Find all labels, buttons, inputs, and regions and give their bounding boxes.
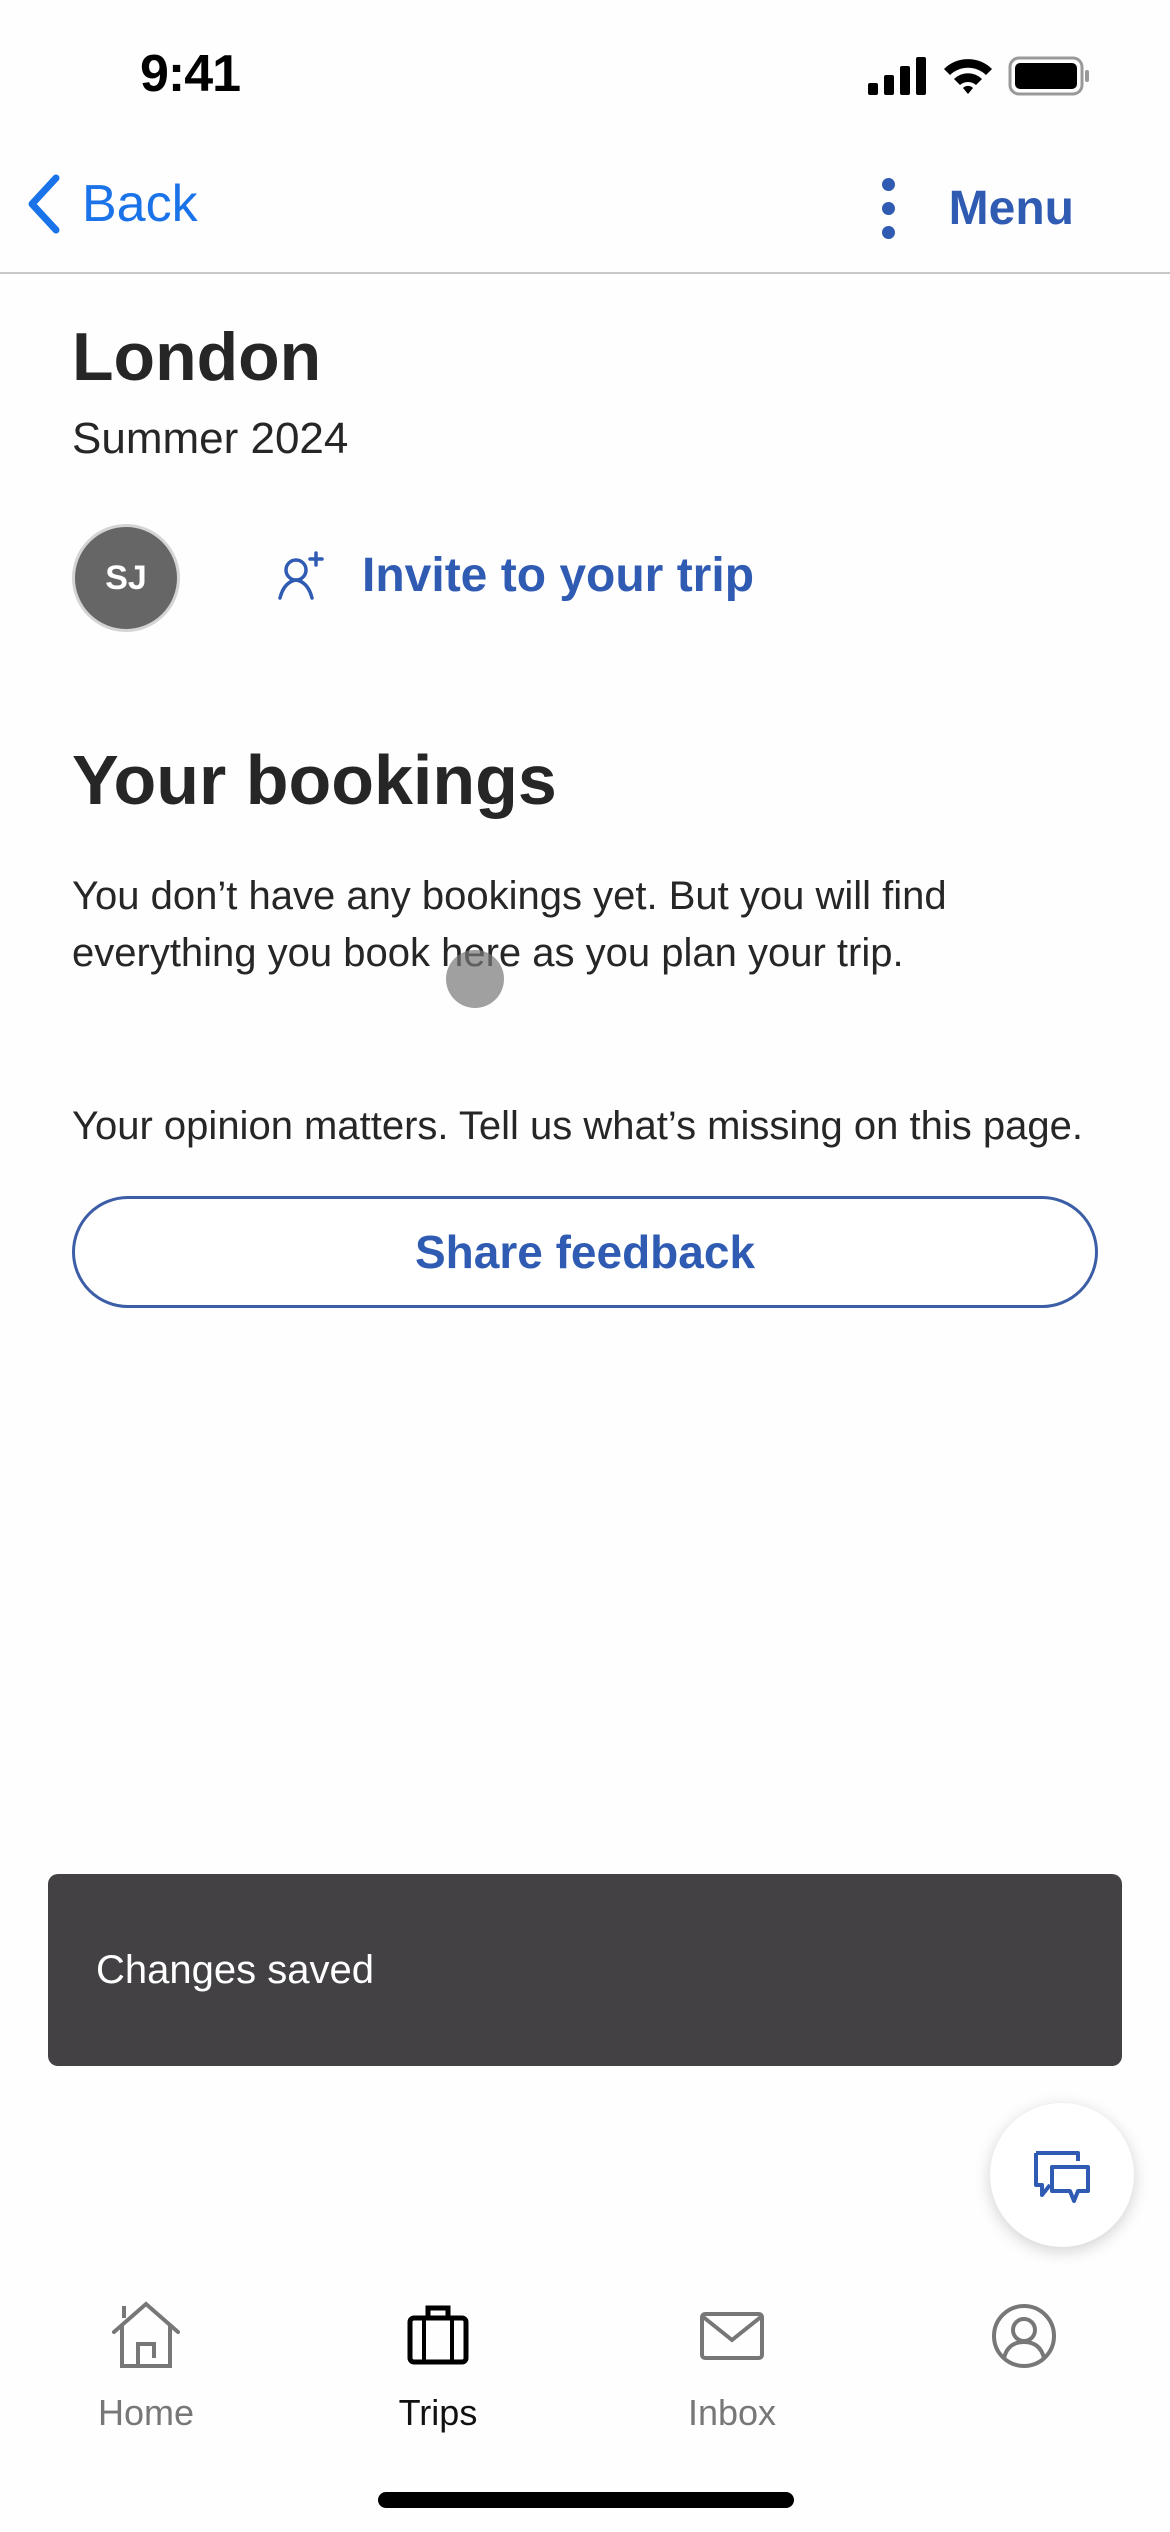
home-icon (112, 2301, 180, 2368)
home-indicator[interactable] (378, 2492, 794, 2508)
suitcase-icon (407, 2305, 469, 2365)
status-bar: 9:41 (0, 0, 1170, 150)
tab-inbox[interactable]: Inbox (632, 2300, 832, 2434)
nav-bar: Back Menu (0, 150, 1170, 274)
feedback-prompt: Your opinion matters. Tell us what’s mis… (72, 1104, 1083, 1148)
avatar[interactable]: SJ (72, 524, 180, 632)
avatar-initials: SJ (105, 558, 147, 597)
chat-button[interactable] (990, 2103, 1134, 2247)
trip-title: London (72, 319, 322, 395)
status-time: 9:41 (140, 45, 241, 103)
status-icons (868, 56, 1090, 96)
menu-button[interactable]: Menu (881, 178, 1074, 239)
share-feedback-button[interactable]: Share feedback (72, 1196, 1098, 1308)
menu-label: Menu (948, 182, 1074, 235)
tab-bar: Home Trips Inbox (0, 2280, 1170, 2480)
more-vertical-icon (881, 178, 895, 239)
chat-bubbles-icon (1034, 2151, 1090, 2203)
battery-icon (1008, 56, 1089, 96)
back-label: Back (82, 175, 198, 233)
tab-home-label: Home (97, 2392, 195, 2433)
trip-subtitle: Summer 2024 (72, 414, 349, 463)
bookings-title: Your bookings (72, 741, 557, 819)
touch-indicator (446, 950, 504, 1008)
signal-icon (868, 57, 926, 95)
add-person-icon (278, 550, 324, 600)
tab-profile[interactable] (924, 2300, 1124, 2392)
chevron-left-icon (28, 174, 60, 234)
mail-icon (700, 2312, 764, 2360)
invite-button[interactable]: Invite to your trip (276, 548, 754, 603)
tab-trips[interactable]: Trips (338, 2300, 538, 2434)
share-feedback-label: Share feedback (414, 1226, 756, 1278)
toast: Changes saved (48, 1874, 1122, 2066)
profile-icon (992, 2304, 1056, 2368)
bookings-empty-text: You don’t have any bookings yet. But you… (72, 874, 947, 975)
wifi-icon (944, 59, 992, 94)
invite-label: Invite to your trip (362, 549, 755, 602)
back-button[interactable]: Back (24, 174, 198, 234)
toast-message: Changes saved (96, 1947, 374, 1992)
tab-inbox-label: Inbox (687, 2392, 777, 2433)
tab-home[interactable]: Home (46, 2300, 246, 2434)
tab-trips-label: Trips (398, 2392, 478, 2433)
